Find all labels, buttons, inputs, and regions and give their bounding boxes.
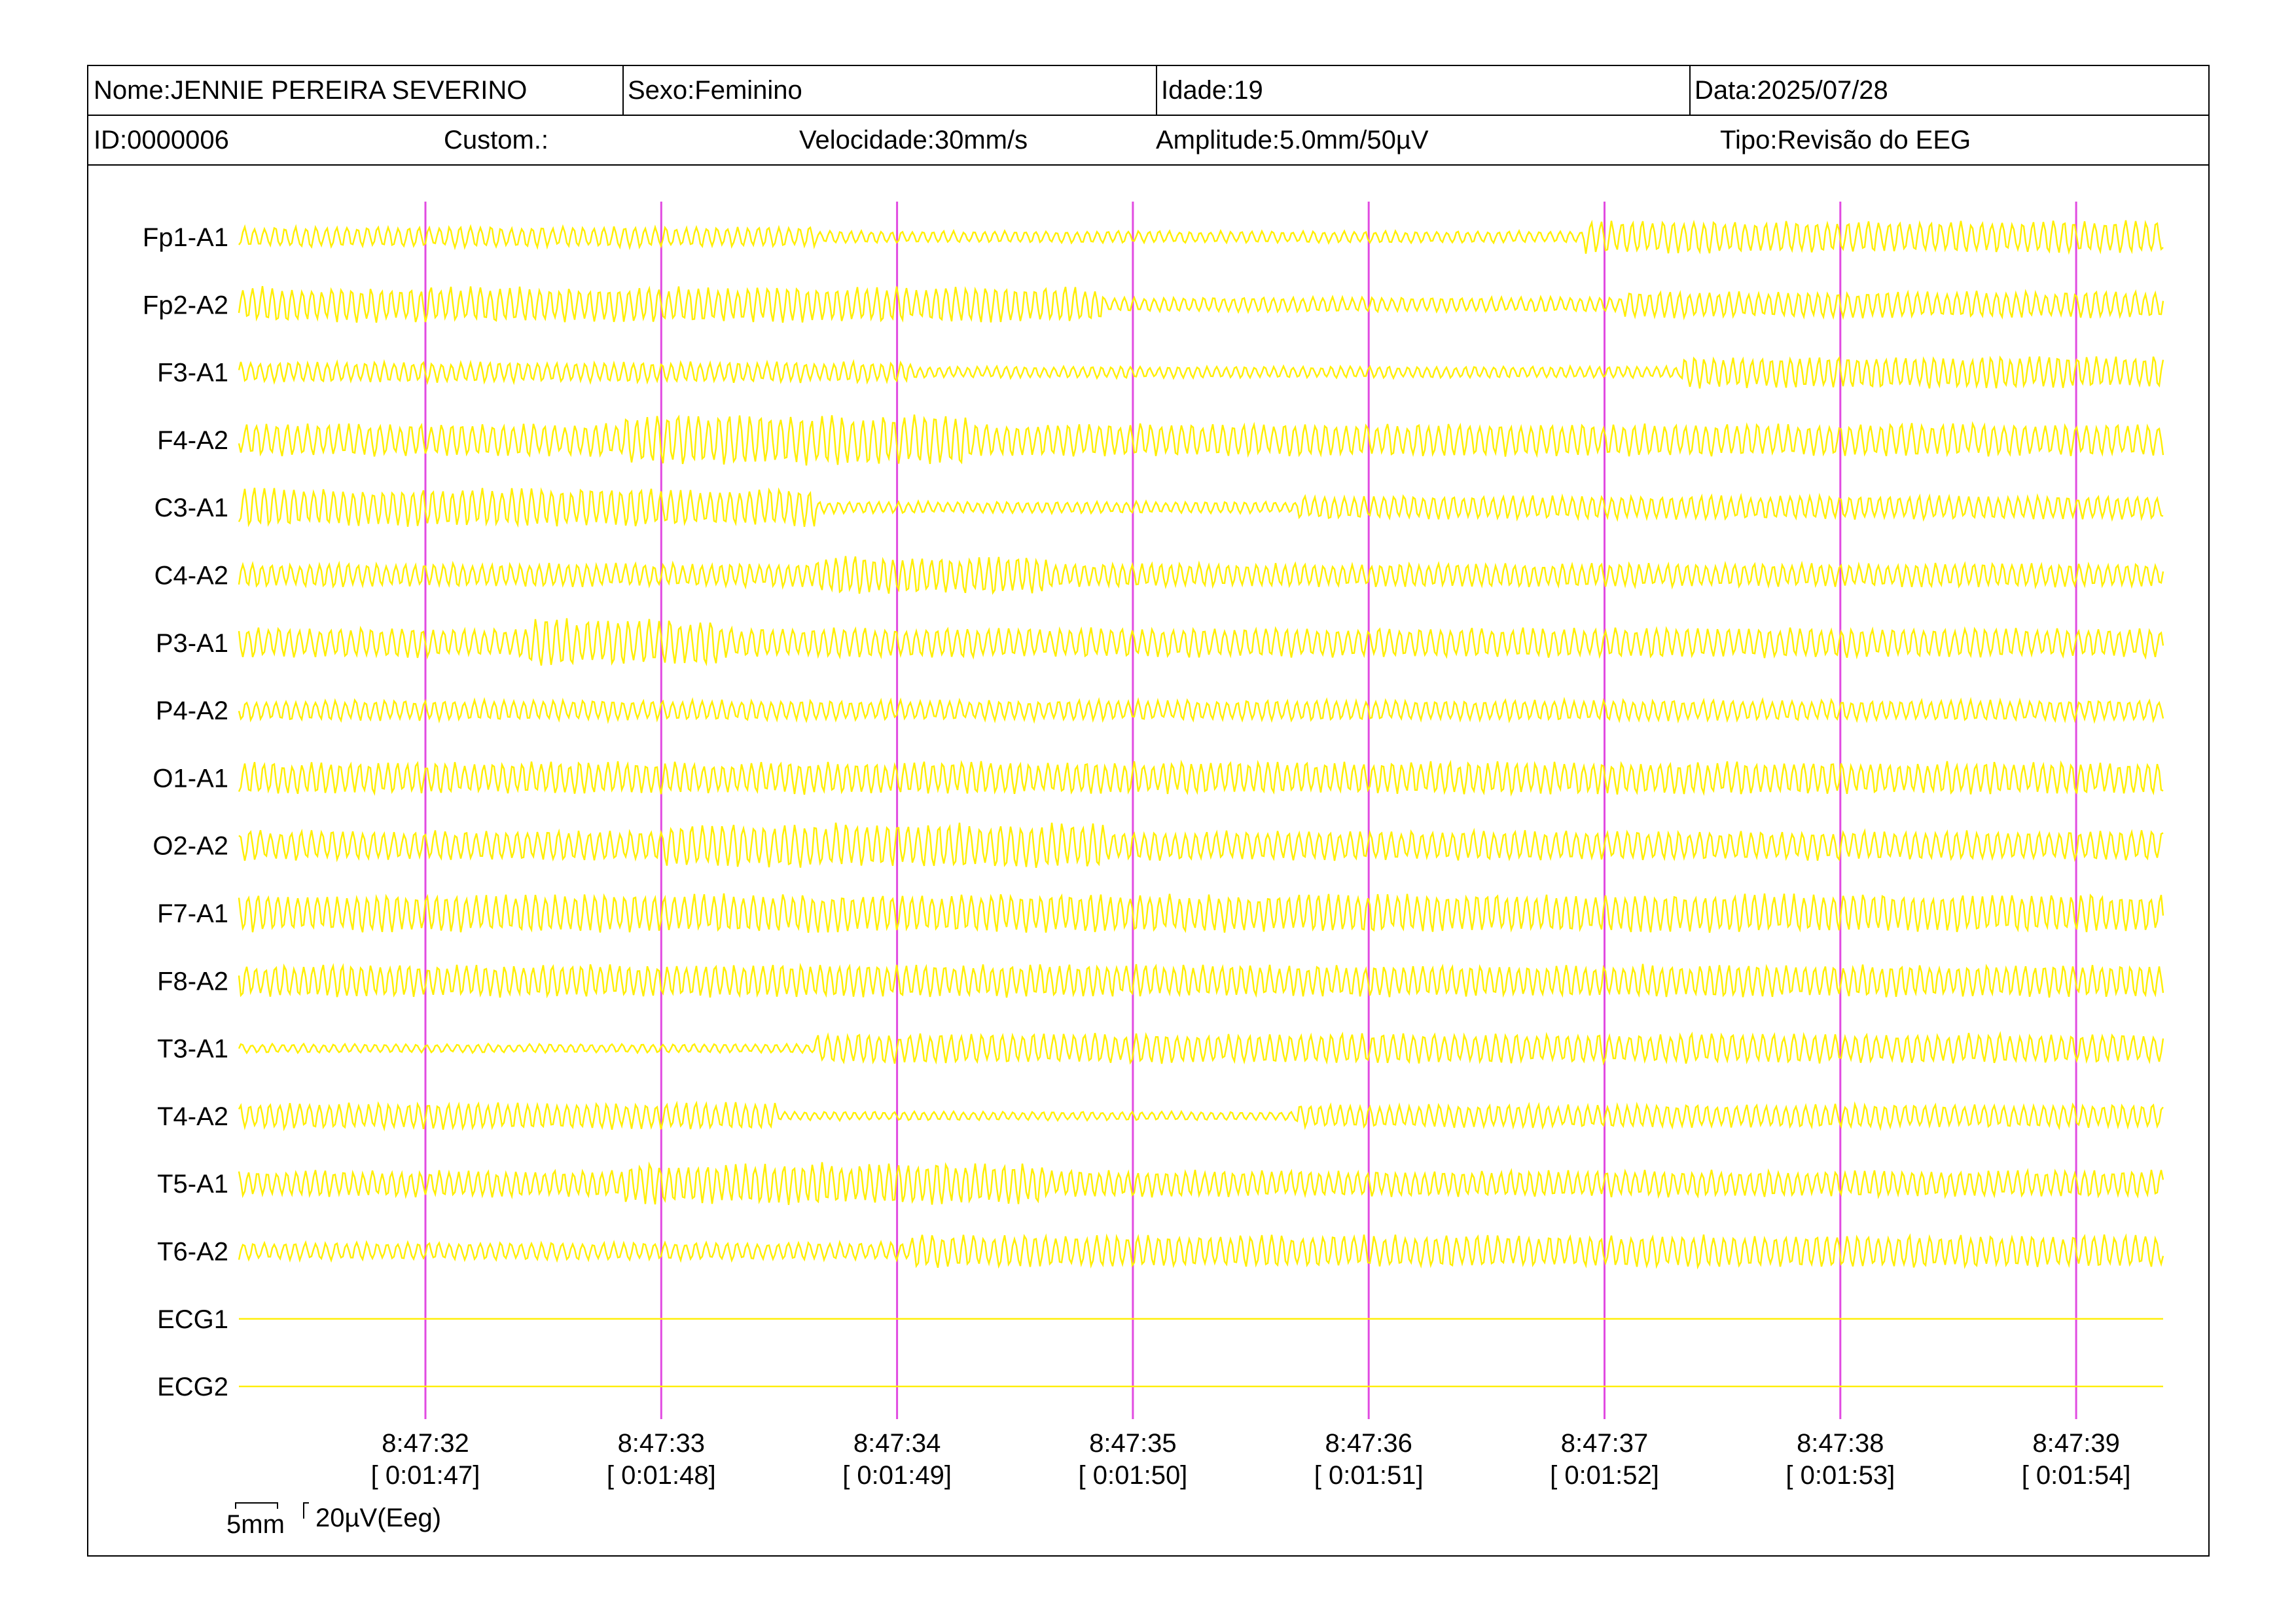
channel-label: ECG1	[157, 1305, 228, 1334]
tick-elapsed: [ 0:01:49]	[842, 1461, 952, 1490]
tick-time: 8:47:35	[1089, 1429, 1176, 1458]
channel-label: C4-A2	[154, 562, 228, 590]
eeg-chart: Fp1-A1 Fp2-A2 F3-A1 F4-A2 C3-A1 C4-A2 P3-A1 P4-…	[143, 202, 2164, 1539]
tick-elapsed: [ 0:01:52]	[1550, 1461, 1659, 1490]
channel-trace	[238, 355, 2164, 389]
tick-time: 8:47:38	[1797, 1429, 1884, 1458]
amp-scale-bracket	[303, 1502, 309, 1519]
channel-trace	[238, 285, 2164, 323]
channel-label: T4-A2	[157, 1102, 228, 1131]
channel-label: F8-A2	[157, 967, 228, 996]
tick-elapsed: [ 0:01:48]	[607, 1461, 716, 1490]
channel-label: C3-A1	[154, 494, 228, 522]
channel-trace	[238, 618, 2164, 666]
tick-elapsed: [ 0:01:47]	[371, 1461, 480, 1490]
time-markers	[424, 202, 2077, 1419]
channel-label: F7-A1	[157, 899, 228, 928]
tick-elapsed: [ 0:01:54]	[2022, 1461, 2131, 1490]
channel-trace	[238, 1100, 2164, 1132]
channel-labels: Fp1-A1 Fp2-A2 F3-A1 F4-A2 C3-A1 C4-A2 P3-A1 P4-…	[143, 223, 228, 1401]
channel-trace	[238, 556, 2164, 595]
tick-time: 8:47:37	[1561, 1429, 1648, 1458]
channel-label: T5-A1	[157, 1170, 228, 1199]
scale-bar: 5mm 20µV(Eeg)	[226, 1502, 441, 1539]
channel-label: P4-A2	[156, 696, 228, 725]
channel-label: O1-A1	[152, 764, 228, 793]
channel-label: O2-A2	[152, 832, 228, 861]
time-scale-bracket	[235, 1502, 278, 1509]
channel-label: F4-A2	[157, 426, 228, 455]
tick-time: 8:47:34	[853, 1429, 941, 1458]
amp-scale-label: 20µV(Eeg)	[315, 1504, 441, 1532]
channel-label: P3-A1	[156, 629, 228, 658]
channel-label: T3-A1	[157, 1035, 228, 1064]
channel-label: Fp2-A2	[143, 291, 228, 319]
channel-trace	[238, 759, 2164, 797]
channel-trace	[238, 1233, 2164, 1270]
channel-trace	[238, 1161, 2164, 1205]
time-scale-label: 5mm	[226, 1510, 285, 1539]
tick-time: 8:47:33	[618, 1429, 705, 1458]
channel-trace	[238, 1030, 2164, 1066]
tick-time: 8:47:32	[382, 1429, 469, 1458]
channel-trace	[238, 487, 2164, 528]
tick-elapsed: [ 0:01:50]	[1079, 1461, 1188, 1490]
tick-elapsed: [ 0:01:51]	[1314, 1461, 1424, 1490]
channel-trace	[238, 962, 2164, 999]
channel-trace	[238, 219, 2164, 255]
channel-label: ECG2	[157, 1373, 228, 1401]
channel-traces	[238, 219, 2164, 1388]
channel-trace	[238, 696, 2164, 725]
channel-trace	[238, 414, 2164, 466]
channel-trace	[238, 822, 2164, 869]
tick-elapsed: [ 0:01:53]	[1785, 1461, 1895, 1490]
channel-label: Fp1-A1	[143, 223, 228, 252]
time-axis: 8:47:32 [ 0:01:47] 8:47:33 [ 0:01:48] 8:47:3…	[371, 1429, 2131, 1490]
channel-trace	[238, 893, 2164, 933]
channel-label: F3-A1	[157, 359, 228, 388]
channel-label: T6-A2	[157, 1238, 228, 1267]
tick-time: 8:47:39	[2032, 1429, 2119, 1458]
tick-time: 8:47:36	[1325, 1429, 1412, 1458]
